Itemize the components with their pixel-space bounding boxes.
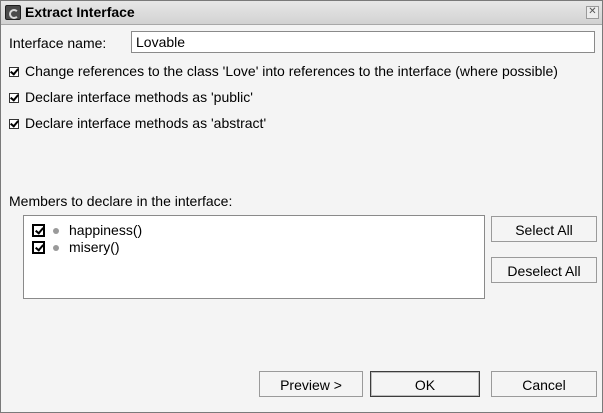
checkbox-happiness[interactable] bbox=[32, 224, 45, 237]
option-public-methods[interactable]: Declare interface methods as 'public' bbox=[9, 89, 253, 109]
cancel-button[interactable]: Cancel bbox=[491, 371, 597, 397]
checkbox-misery[interactable] bbox=[32, 241, 45, 254]
title-bar: Extract Interface ✕ bbox=[1, 1, 602, 25]
members-list[interactable]: happiness() misery() bbox=[23, 215, 485, 299]
option-abstract-methods[interactable]: Declare interface methods as 'abstract' bbox=[9, 115, 266, 135]
member-name-happiness: happiness() bbox=[69, 222, 143, 238]
members-label: Members to declare in the interface: bbox=[9, 193, 233, 209]
preview-button[interactable]: Preview > bbox=[259, 371, 363, 397]
option-change-references[interactable]: Change references to the class 'Love' in… bbox=[9, 63, 558, 83]
option-public-methods-label: Declare interface methods as 'public' bbox=[25, 89, 253, 105]
interface-name-input[interactable] bbox=[131, 31, 595, 53]
extract-interface-dialog: Extract Interface ✕ Interface name: Chan… bbox=[0, 0, 603, 413]
method-dot-icon bbox=[53, 245, 59, 251]
eclipse-app-icon bbox=[5, 5, 21, 20]
checkbox-public-methods[interactable] bbox=[9, 93, 19, 103]
checkbox-change-references[interactable] bbox=[9, 67, 19, 77]
checkbox-abstract-methods[interactable] bbox=[9, 119, 19, 129]
close-icon[interactable]: ✕ bbox=[586, 6, 599, 19]
ok-button[interactable]: OK bbox=[370, 371, 480, 397]
select-all-button[interactable]: Select All bbox=[491, 216, 597, 242]
deselect-all-button[interactable]: Deselect All bbox=[491, 257, 597, 283]
method-dot-icon bbox=[53, 228, 59, 234]
dialog-title: Extract Interface bbox=[25, 4, 135, 20]
option-abstract-methods-label: Declare interface methods as 'abstract' bbox=[25, 115, 267, 131]
list-item-happiness[interactable]: happiness() bbox=[32, 222, 142, 240]
option-change-references-label: Change references to the class 'Love' in… bbox=[25, 63, 558, 79]
member-name-misery: misery() bbox=[69, 239, 120, 255]
interface-name-label: Interface name: bbox=[9, 35, 107, 51]
list-item-misery[interactable]: misery() bbox=[32, 239, 120, 257]
